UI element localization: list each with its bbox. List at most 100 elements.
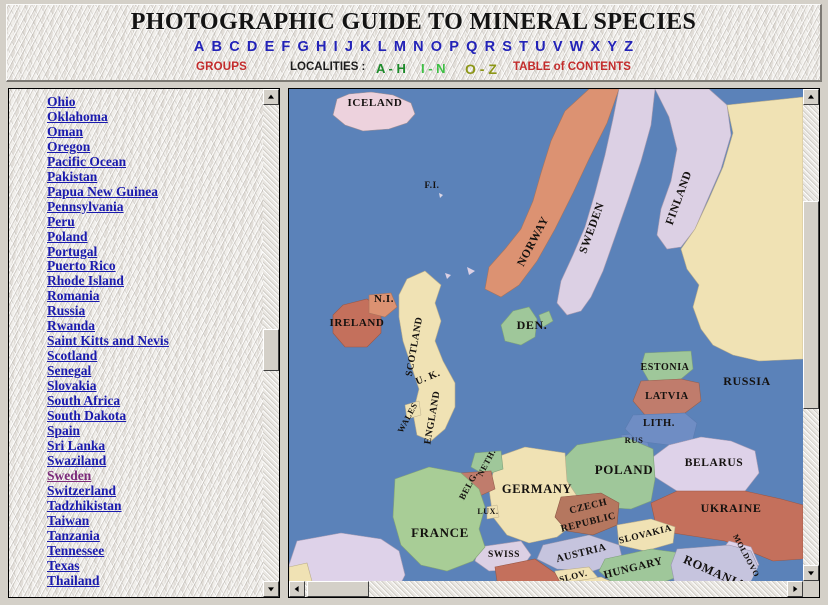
- locality-link[interactable]: South Africa: [47, 393, 120, 409]
- map-label-germany: GERMANY: [502, 482, 572, 496]
- locality-link[interactable]: Senegal: [47, 363, 91, 379]
- groups-link[interactable]: GROUPS: [196, 61, 247, 73]
- locality-link[interactable]: Tadzhikistan: [47, 498, 122, 514]
- locality-link[interactable]: Papua New Guinea: [47, 184, 158, 200]
- locality-link[interactable]: Slovakia: [47, 378, 97, 394]
- locality-link[interactable]: Portugal: [47, 244, 97, 260]
- map-vertical-scrollbar[interactable]: [803, 89, 819, 581]
- alphabet-link-s[interactable]: S: [499, 39, 516, 55]
- alphabet-link-p[interactable]: P: [446, 39, 463, 55]
- locality-link-list: Ohio Oklahoma Oman Oregon Pacific Ocean Pakis…: [9, 89, 265, 597]
- alphabet-link-x[interactable]: X: [587, 39, 604, 55]
- alphabet-link-m[interactable]: M: [390, 39, 409, 55]
- locality-link[interactable]: Spain: [47, 423, 80, 439]
- map-label-iceland: ICELAND: [348, 97, 403, 109]
- map-viewport[interactable]: ICELAND F.I. NORWAY SWEDEN FINLAND SCOTLAND U.…: [289, 89, 803, 581]
- localities-label: LOCALITIES :: [290, 61, 366, 73]
- map-horizontal-scrollbar-track[interactable]: [305, 581, 787, 597]
- locality-link[interactable]: Oklahoma: [47, 109, 108, 125]
- locality-link[interactable]: Rhode Island: [47, 273, 124, 289]
- alphabet-link-y[interactable]: Y: [604, 39, 621, 55]
- locality-link[interactable]: Sweden: [47, 468, 91, 484]
- alphabet-link-w[interactable]: W: [566, 39, 587, 55]
- map-scroll-right-button[interactable]: [787, 581, 803, 597]
- alphabet-link-u[interactable]: U: [532, 39, 550, 55]
- locality-link[interactable]: Tanzania: [47, 528, 100, 544]
- map-label-russia: RUSSIA: [723, 374, 771, 388]
- alphabet-link-h[interactable]: H: [312, 39, 330, 55]
- map-label-latvia: LATVIA: [645, 391, 689, 402]
- alphabet-link-n[interactable]: N: [410, 39, 428, 55]
- alphabet-link-l[interactable]: L: [374, 39, 390, 55]
- map-scroll-left-button[interactable]: [289, 581, 305, 597]
- locality-link[interactable]: Switzerland: [47, 483, 116, 499]
- locality-link[interactable]: Scotland: [47, 348, 97, 364]
- map-frame: ICELAND F.I. NORWAY SWEDEN FINLAND SCOTLAND U.…: [288, 88, 820, 598]
- alphabet-link-t[interactable]: T: [516, 39, 532, 55]
- localities-link-a-h[interactable]: A - H: [376, 61, 406, 76]
- sidebar-scroll-up-button[interactable]: [263, 89, 279, 105]
- localities-link-o-z[interactable]: O - Z: [465, 61, 497, 77]
- locality-link[interactable]: Poland: [47, 229, 88, 245]
- locality-link[interactable]: Saint Kitts and Nevis: [47, 333, 169, 349]
- alphabet-link-e[interactable]: E: [261, 39, 278, 55]
- europe-political-map: ICELANDF.I.NORWAY SWEDENFINLANDSCOTLANDU.…: [289, 89, 803, 581]
- locality-link[interactable]: Pennsylvania: [47, 199, 124, 215]
- sidebar-scroll-down-button[interactable]: [263, 581, 279, 597]
- locality-link[interactable]: Ohio: [47, 94, 76, 110]
- locality-link[interactable]: Oregon: [47, 139, 90, 155]
- locality-link[interactable]: Taiwan: [47, 513, 89, 529]
- locality-link[interactable]: Romania: [47, 288, 100, 304]
- map-label-ireland: IRELAND: [330, 317, 385, 329]
- table-of-contents-link[interactable]: TABLE of CONTENTS: [513, 61, 631, 73]
- alphabet-link-o[interactable]: O: [427, 39, 445, 55]
- alphabet-link-q[interactable]: Q: [463, 39, 481, 55]
- scrollbar-corner: [803, 581, 819, 597]
- map-label-poland: POLAND: [595, 462, 654, 477]
- locality-link[interactable]: South Dakota: [47, 408, 126, 424]
- locality-link[interactable]: Pakistan: [47, 169, 97, 185]
- locality-link[interactable]: Peru: [47, 214, 75, 230]
- map-horizontal-scrollbar[interactable]: [289, 581, 803, 597]
- map-label-den: DEN.: [517, 318, 548, 332]
- alphabet-link-b[interactable]: B: [208, 39, 226, 55]
- locality-link[interactable]: Oman: [47, 124, 83, 140]
- locality-link[interactable]: Swaziland: [47, 453, 106, 469]
- locality-link[interactable]: Tennessee: [47, 543, 104, 559]
- locality-link[interactable]: Sri Lanka: [47, 438, 105, 454]
- alphabet-link-z[interactable]: Z: [621, 39, 637, 55]
- map-label-rus: RUS: [625, 435, 644, 445]
- alphabet-link-f[interactable]: F: [278, 39, 294, 55]
- map-label-f-i: F.I.: [424, 180, 439, 190]
- map-label-france: FRANCE: [411, 525, 469, 540]
- locality-link[interactable]: Texas: [47, 558, 80, 574]
- alphabet-link-i[interactable]: I: [330, 39, 341, 55]
- localities-link-i-n[interactable]: I - N: [421, 61, 446, 76]
- map-label-ukraine: UKRAINE: [701, 501, 762, 515]
- map-label-belarus: BELARUS: [685, 457, 744, 469]
- alphabet-nav: ABCDEFGHIJKLMNOPQRSTUVWXYZ: [7, 39, 820, 55]
- alphabet-link-g[interactable]: G: [294, 39, 312, 55]
- locality-link[interactable]: Thailand: [47, 573, 100, 589]
- alphabet-link-a[interactable]: A: [190, 39, 208, 55]
- page-title: PHOTOGRAPHIC GUIDE TO MINERAL SPECIES: [130, 9, 697, 35]
- locality-link[interactable]: Pacific Ocean: [47, 154, 126, 170]
- locality-link[interactable]: Puerto Rico: [47, 259, 116, 274]
- locality-list-frame: Ohio Oklahoma Oman Oregon Pacific Ocean Pakis…: [8, 88, 280, 598]
- map-vertical-scrollbar-thumb[interactable]: [803, 201, 819, 409]
- map-scroll-down-button[interactable]: [803, 565, 819, 581]
- alphabet-link-d[interactable]: D: [243, 39, 261, 55]
- map-scroll-up-button[interactable]: [803, 89, 819, 105]
- alphabet-link-j[interactable]: J: [341, 39, 356, 55]
- map-horizontal-scrollbar-thumb[interactable]: [307, 581, 369, 597]
- alphabet-link-k[interactable]: K: [357, 39, 375, 55]
- map-label-swiss: SWISS: [488, 550, 520, 560]
- alphabet-link-r[interactable]: R: [481, 39, 499, 55]
- sidebar-scrollbar-thumb[interactable]: [263, 329, 279, 371]
- sidebar-vertical-scrollbar[interactable]: [263, 89, 279, 597]
- alphabet-link-v[interactable]: V: [549, 39, 566, 55]
- alphabet-link-c[interactable]: C: [226, 39, 244, 55]
- map-label-estonia: ESTONIA: [640, 362, 689, 373]
- locality-link[interactable]: Russia: [47, 303, 85, 319]
- locality-link[interactable]: Rwanda: [47, 318, 95, 334]
